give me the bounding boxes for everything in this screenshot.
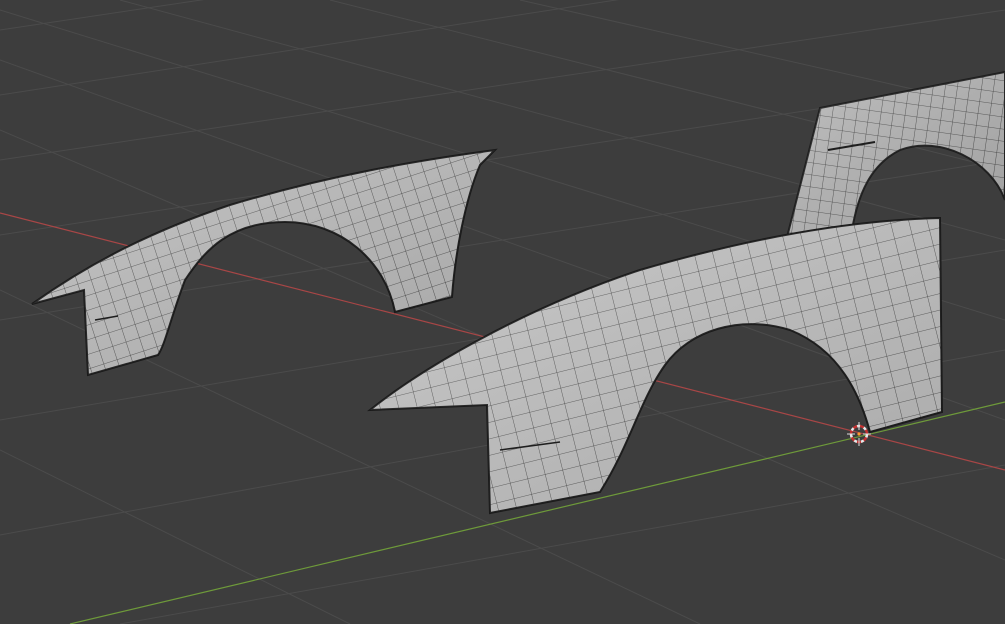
fender-rear[interactable] (783, 70, 1005, 247)
3d-viewport[interactable] (0, 0, 1005, 624)
fender-left[interactable] (31, 148, 498, 377)
